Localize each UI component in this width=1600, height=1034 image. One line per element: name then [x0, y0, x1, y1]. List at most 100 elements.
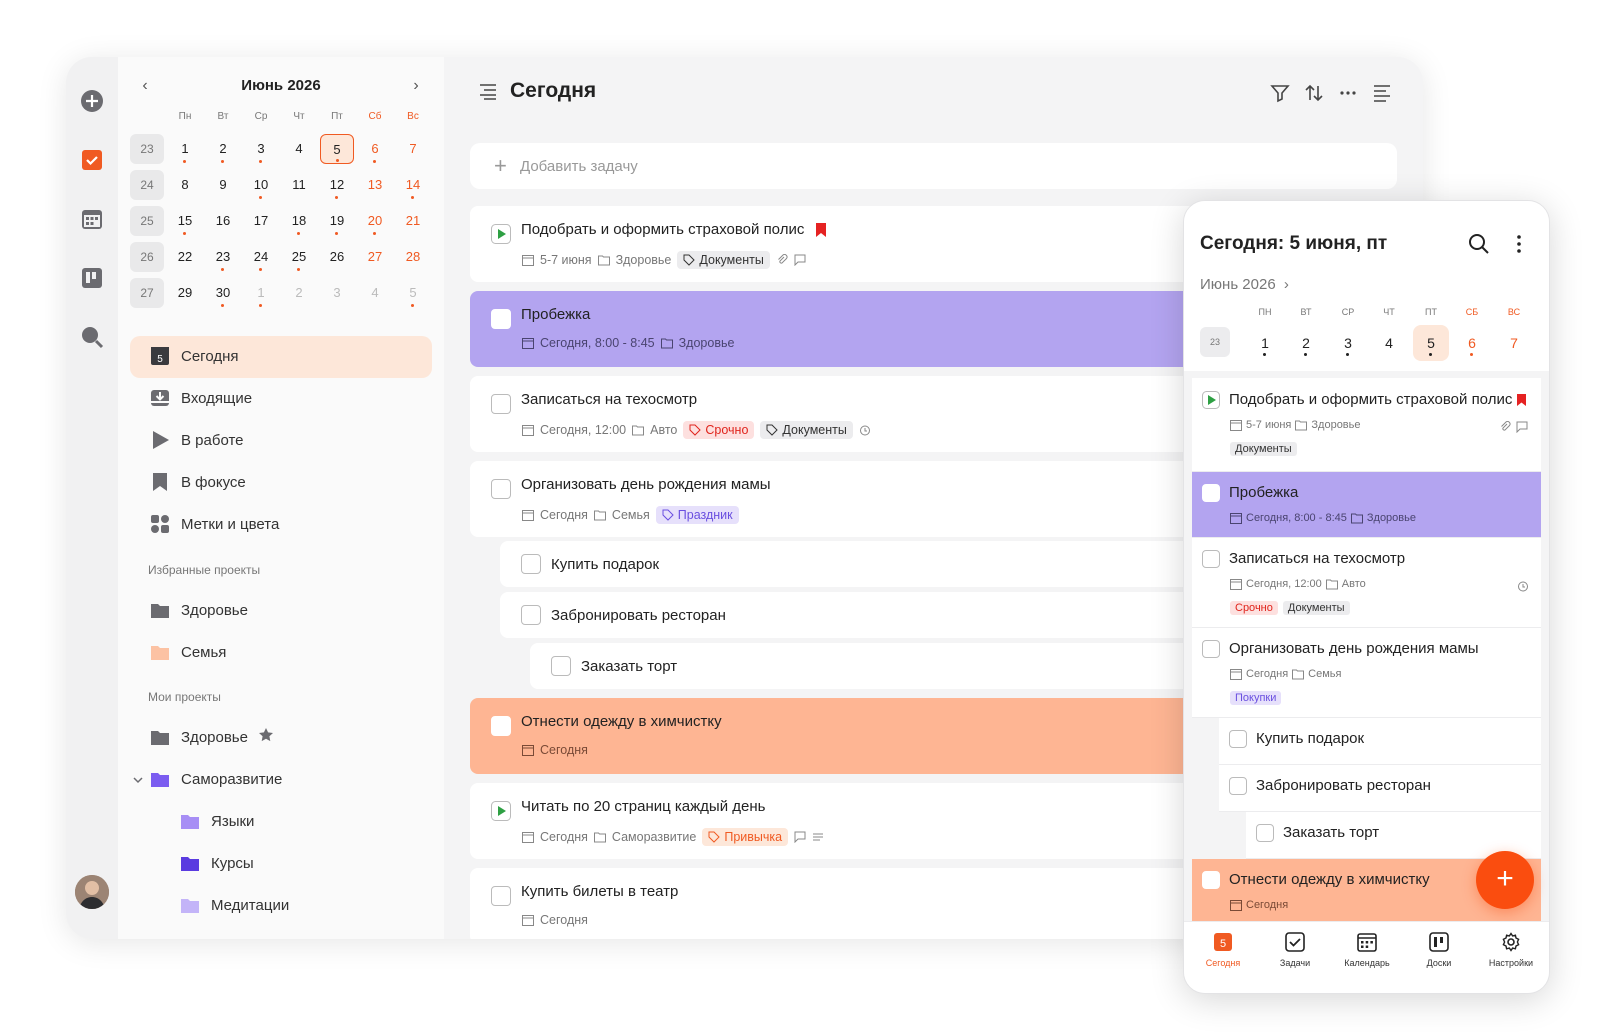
- task-tag[interactable]: Праздник: [655, 506, 739, 524]
- calendar-day[interactable]: 19: [320, 206, 354, 236]
- calendar-day[interactable]: 25: [282, 242, 316, 272]
- panel-toggle-icon[interactable]: [1372, 83, 1392, 108]
- tab-calendar[interactable]: Календарь: [1331, 922, 1403, 993]
- task-tag[interactable]: Срочно: [683, 421, 755, 439]
- calendar-day[interactable]: 29: [168, 278, 202, 308]
- task-checkbox[interactable]: [491, 394, 511, 414]
- calendar-day[interactable]: 3: [320, 278, 354, 308]
- calendar-day[interactable]: 7: [396, 134, 430, 164]
- calendar-day[interactable]: 2: [1288, 325, 1324, 361]
- calendar-day[interactable]: 9: [206, 170, 240, 200]
- nav-item-focus[interactable]: В фокусе: [130, 462, 432, 504]
- menu-toggle-icon[interactable]: [478, 83, 498, 106]
- project-item[interactable]: Саморазвитие: [130, 759, 432, 801]
- more-vertical-icon[interactable]: [1508, 233, 1530, 260]
- task-row[interactable]: Записаться на техосмотр Сегодня, 12:00 А…: [470, 376, 1230, 452]
- calendar-day[interactable]: 5: [396, 278, 430, 308]
- calendar-day[interactable]: 10: [244, 170, 278, 200]
- subtask-row[interactable]: Заказать торт: [530, 643, 1230, 689]
- task-tag[interactable]: Документы: [760, 421, 853, 439]
- filter-icon[interactable]: [1270, 83, 1290, 108]
- mobile-month-label[interactable]: Июнь 2026 ›: [1200, 276, 1289, 293]
- project-item[interactable]: Здоровье: [130, 590, 432, 632]
- add-circle-icon[interactable]: [80, 89, 104, 113]
- calendar-icon[interactable]: [80, 207, 104, 231]
- add-task-input[interactable]: + Добавить задачу: [470, 143, 1397, 189]
- task-checkbox[interactable]: [491, 886, 511, 906]
- tasks-check-icon[interactable]: [80, 148, 104, 172]
- calendar-day[interactable]: 28: [396, 242, 430, 272]
- tab-today[interactable]: 5 Сегодня: [1187, 922, 1259, 993]
- task-tag[interactable]: Документы: [677, 251, 770, 269]
- calendar-day[interactable]: 26: [320, 242, 354, 272]
- task-checkbox[interactable]: [491, 309, 511, 329]
- mobile-task-row[interactable]: Подобрать и оформить страховой полис 5-7…: [1192, 378, 1541, 472]
- calendar-day[interactable]: 7: [1496, 325, 1532, 361]
- calendar-day[interactable]: 24: [244, 242, 278, 272]
- add-task-fab[interactable]: +: [1476, 851, 1534, 909]
- calendar-day[interactable]: 8: [168, 170, 202, 200]
- task-checkbox[interactable]: [1229, 777, 1247, 795]
- nav-item-today[interactable]: 5 Сегодня: [130, 336, 432, 378]
- calendar-day[interactable]: 13: [358, 170, 392, 200]
- calendar-day[interactable]: 21: [396, 206, 430, 236]
- task-row[interactable]: Пробежка Сегодня, 8:00 - 8:45 Здоровье: [470, 291, 1230, 367]
- mobile-subtask-row[interactable]: Купить подарок: [1219, 718, 1541, 765]
- task-checkbox[interactable]: [1229, 730, 1247, 748]
- task-checkbox[interactable]: [1202, 640, 1220, 658]
- task-checkbox[interactable]: [1202, 550, 1220, 568]
- calendar-day[interactable]: 22: [168, 242, 202, 272]
- calendar-day[interactable]: 4: [358, 278, 392, 308]
- calendar-day[interactable]: 23: [206, 242, 240, 272]
- task-checkbox[interactable]: [1202, 871, 1220, 889]
- board-icon[interactable]: [80, 266, 104, 290]
- calendar-day[interactable]: 27: [358, 242, 392, 272]
- task-row[interactable]: Организовать день рождения мамы Сегодня …: [470, 461, 1230, 537]
- avatar[interactable]: [75, 875, 109, 909]
- chevron-down-icon[interactable]: [132, 773, 144, 791]
- nav-item-inbox[interactable]: Входящие: [130, 378, 432, 420]
- calendar-day-today[interactable]: 5: [320, 134, 354, 164]
- subtask-row[interactable]: Забронировать ресторан: [500, 592, 1230, 638]
- tab-settings[interactable]: Настройки: [1475, 922, 1547, 993]
- calendar-day[interactable]: 16: [206, 206, 240, 236]
- task-checkbox[interactable]: [521, 605, 541, 625]
- play-status-icon[interactable]: [491, 224, 511, 244]
- calendar-day[interactable]: 20: [358, 206, 392, 236]
- tab-boards[interactable]: Доски: [1403, 922, 1475, 993]
- calendar-day[interactable]: 17: [244, 206, 278, 236]
- nav-item-tags[interactable]: Метки и цвета: [130, 504, 432, 546]
- calendar-day[interactable]: 1: [168, 134, 202, 164]
- project-item[interactable]: Курсы: [160, 843, 432, 885]
- task-checkbox[interactable]: [491, 716, 511, 736]
- task-row[interactable]: Читать по 20 страниц каждый день Сегодня…: [470, 783, 1230, 859]
- search-icon[interactable]: [1468, 233, 1490, 260]
- calendar-day[interactable]: 6: [1454, 325, 1490, 361]
- calendar-day[interactable]: 11: [282, 170, 316, 200]
- calendar-day[interactable]: 6: [358, 134, 392, 164]
- calendar-day[interactable]: 2: [282, 278, 316, 308]
- calendar-day[interactable]: 2: [206, 134, 240, 164]
- subtask-row[interactable]: Купить подарок: [500, 541, 1230, 587]
- nav-item-in-progress[interactable]: В работе: [130, 420, 432, 462]
- calendar-day[interactable]: 1: [244, 278, 278, 308]
- mobile-subtask-row[interactable]: Забронировать ресторан: [1219, 765, 1541, 812]
- calendar-day[interactable]: 4: [1371, 325, 1407, 361]
- calendar-day[interactable]: 12: [320, 170, 354, 200]
- project-item[interactable]: Семья: [130, 632, 432, 674]
- calendar-day[interactable]: 18: [282, 206, 316, 236]
- tab-tasks[interactable]: Задачи: [1259, 922, 1331, 993]
- search-icon[interactable]: [80, 325, 104, 349]
- next-month-icon[interactable]: ›: [406, 77, 426, 95]
- mobile-task-row[interactable]: Организовать день рождения мамы Сегодня …: [1192, 628, 1541, 718]
- sort-icon[interactable]: [1304, 83, 1324, 108]
- task-checkbox[interactable]: [551, 656, 571, 676]
- play-status-icon[interactable]: [1202, 391, 1220, 409]
- star-icon[interactable]: [258, 727, 274, 748]
- project-item[interactable]: Медитации: [160, 885, 432, 927]
- project-item[interactable]: Языки: [160, 801, 432, 843]
- calendar-day[interactable]: 1: [1247, 325, 1283, 361]
- calendar-day[interactable]: 30: [206, 278, 240, 308]
- project-item[interactable]: Здоровье: [130, 717, 432, 759]
- calendar-day[interactable]: 3: [244, 134, 278, 164]
